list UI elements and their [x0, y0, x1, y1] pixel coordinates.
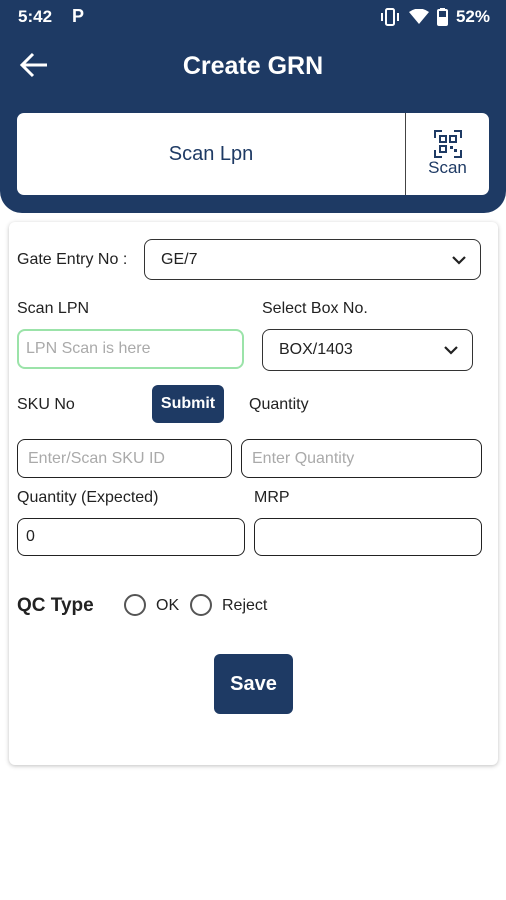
page-title: Create GRN [182, 52, 324, 80]
scan-button[interactable]: Scan [406, 113, 489, 195]
scan-lpn-bar: Scan Lpn Scan [17, 113, 489, 195]
scan-button-label: Scan [428, 158, 467, 177]
quantity-input[interactable]: Enter Quantity [241, 439, 482, 478]
status-bar: 5:42 P 52% [0, 0, 506, 34]
scan-lpn-label[interactable]: Scan Lpn [17, 113, 405, 195]
quantity-expected-input[interactable]: 0 [17, 518, 245, 556]
battery-percent: 52% [455, 7, 490, 26]
mrp-input[interactable] [254, 518, 482, 556]
status-time: 5:42 [18, 7, 53, 26]
scan-lpn-field-label: Scan LPN [17, 300, 90, 317]
save-button[interactable]: Save [214, 654, 293, 714]
vibrate-icon [380, 8, 399, 26]
qc-reject-label: Reject [222, 597, 268, 614]
submit-button[interactable]: Submit [152, 385, 224, 423]
battery-icon [436, 8, 448, 26]
qc-type-label: QC Type [17, 595, 94, 616]
wifi-icon [408, 9, 429, 24]
quantity-label: Quantity [249, 396, 309, 413]
mrp-label: MRP [254, 489, 290, 506]
chevron-down-icon [444, 346, 458, 355]
app-bar: Create GRN [0, 40, 506, 90]
sku-no-label: SKU No [17, 396, 75, 413]
box-no-value: BOX/1403 [279, 341, 353, 358]
chevron-down-icon [452, 255, 466, 265]
gate-entry-label: Gate Entry No : [17, 251, 128, 268]
sku-input[interactable]: Enter/Scan SKU ID [17, 439, 232, 478]
qc-reject-radio[interactable] [190, 594, 212, 616]
lpn-scan-input[interactable]: LPN Scan is here [17, 329, 244, 369]
parking-icon: P [72, 6, 85, 26]
header: 5:42 P 52% Create GRN Scan Lpn Scan [0, 0, 506, 213]
gate-entry-select[interactable]: GE/7 [144, 239, 481, 280]
quantity-expected-label: Quantity (Expected) [17, 489, 159, 506]
qc-ok-radio[interactable] [124, 594, 146, 616]
gate-entry-value: GE/7 [161, 250, 198, 268]
box-no-select[interactable]: BOX/1403 [262, 329, 473, 371]
qr-scan-icon [433, 130, 462, 158]
qc-ok-label: OK [156, 597, 180, 614]
grn-form-card: Gate Entry No : GE/7 Scan LPN Select Box… [9, 222, 498, 765]
select-box-label: Select Box No. [262, 300, 368, 317]
